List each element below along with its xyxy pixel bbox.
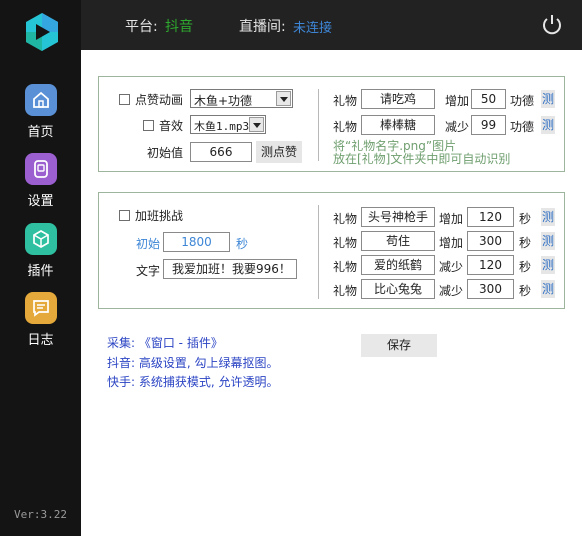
- chevron-down-icon: [276, 91, 291, 106]
- gift-action-label: 减少: [439, 260, 464, 274]
- gift-name-input[interactable]: 爱的纸鹤: [361, 255, 435, 275]
- gift-name-input[interactable]: 请吃鸡: [361, 89, 435, 109]
- test-gift-button[interactable]: 测: [541, 90, 555, 108]
- gift-image-hint-line1: 将“礼物名字.png”图片: [333, 139, 457, 153]
- gift-name-input[interactable]: 头号神枪手: [361, 207, 435, 227]
- sidebar-item-label: 设置: [27, 194, 54, 209]
- live-room-status: 未连接: [293, 21, 333, 36]
- like-animation-select[interactable]: 木鱼+功德: [190, 89, 293, 108]
- sidebar-item-label: 插件: [27, 264, 54, 279]
- gift-amount-input[interactable]: 50: [471, 89, 506, 109]
- divider: [318, 89, 319, 161]
- gift-action-label: 增加: [439, 236, 464, 250]
- gift-action-label: 减少: [445, 120, 470, 134]
- sidebar-item-home[interactable]: 首页: [0, 84, 81, 144]
- power-icon[interactable]: [540, 13, 564, 37]
- like-animation-checkbox[interactable]: [119, 94, 130, 105]
- douyin-note: 抖音: 高级设置, 勾上绿幕抠图。: [107, 356, 279, 370]
- gift-label: 礼物: [333, 94, 358, 108]
- settings-icon: [25, 153, 57, 185]
- sound-effect-select[interactable]: 木鱼1.mp3: [190, 115, 266, 134]
- kuaishou-note: 快手: 系统捕获模式, 允许透明。: [107, 375, 279, 389]
- gift-action-label: 增加: [439, 212, 464, 226]
- gift-label: 礼物: [333, 236, 358, 250]
- like-animation-select-value: 木鱼+功德: [194, 94, 253, 108]
- gift-amount-input[interactable]: 300: [467, 279, 514, 299]
- initial-value-input[interactable]: 666: [190, 142, 252, 162]
- gift-unit-label: 秒: [519, 212, 532, 226]
- sound-effect-select-value: 木鱼1.mp3: [194, 120, 250, 133]
- overtime-initial-unit: 秒: [236, 237, 249, 251]
- save-button[interactable]: 保存: [361, 334, 437, 357]
- gift-amount-input[interactable]: 120: [467, 207, 514, 227]
- gift-unit-label: 秒: [519, 260, 532, 274]
- sidebar-item-label: 首页: [27, 125, 54, 140]
- overtime-initial-label: 初始: [136, 237, 161, 251]
- gift-unit-label: 秒: [519, 236, 532, 250]
- divider: [318, 205, 319, 299]
- overtime-challenge-label: 加班挑战: [135, 209, 184, 223]
- test-gift-button[interactable]: 测: [541, 208, 555, 226]
- overtime-initial-input[interactable]: 1800: [163, 232, 230, 252]
- gift-label: 礼物: [333, 260, 358, 274]
- capture-note: 采集: 《窗口 - 插件》: [107, 336, 223, 350]
- gift-unit-label: 功德: [510, 120, 535, 134]
- gift-label: 礼物: [333, 284, 358, 298]
- gift-action-label: 减少: [439, 284, 464, 298]
- home-icon: [25, 84, 57, 116]
- gift-label: 礼物: [333, 212, 358, 226]
- sound-effect-label: 音效: [159, 119, 184, 133]
- platform-value: 抖音: [165, 19, 193, 35]
- sound-effect-checkbox[interactable]: [143, 120, 154, 131]
- sidebar-item-settings[interactable]: 设置: [0, 153, 81, 213]
- like-animation-label: 点赞动画: [135, 93, 184, 107]
- version-label: Ver:3.22: [14, 508, 67, 521]
- gift-amount-input[interactable]: 120: [467, 255, 514, 275]
- gift-name-input[interactable]: 苟住: [361, 231, 435, 251]
- header-bar: 平台: 抖音 直播间: 未连接: [81, 0, 582, 50]
- test-gift-button[interactable]: 测: [541, 232, 555, 250]
- gift-unit-label: 秒: [519, 284, 532, 298]
- gift-amount-input[interactable]: 99: [471, 115, 506, 135]
- app-logo-icon: [26, 13, 58, 51]
- test-gift-button[interactable]: 测: [541, 256, 555, 274]
- test-gift-button[interactable]: 测: [541, 280, 555, 298]
- gift-action-label: 增加: [445, 94, 470, 108]
- gift-name-input[interactable]: 棒棒糖: [361, 115, 435, 135]
- overtime-text-input[interactable]: 我爱加班！我要996！: [163, 259, 297, 279]
- cube-icon: [25, 223, 57, 255]
- gift-image-hint-line2: 放在[礼物]文件夹中即可自动识别: [333, 152, 511, 166]
- test-like-button[interactable]: 测点赞: [256, 141, 302, 163]
- chevron-down-icon: [249, 117, 264, 132]
- platform-label: 平台:: [125, 19, 158, 35]
- sidebar: 首页 设置 插件 日志 Ver:3.22: [0, 0, 81, 536]
- log-icon: [25, 292, 57, 324]
- overtime-text-label: 文字: [136, 264, 161, 278]
- test-gift-button[interactable]: 测: [541, 116, 555, 134]
- sidebar-item-plugins[interactable]: 插件: [0, 223, 81, 283]
- gift-name-input[interactable]: 比心兔兔: [361, 279, 435, 299]
- sidebar-item-label: 日志: [27, 333, 54, 348]
- live-room-label: 直播间:: [239, 19, 286, 35]
- gift-amount-input[interactable]: 300: [467, 231, 514, 251]
- gift-unit-label: 功德: [510, 94, 535, 108]
- initial-value-label: 初始值: [147, 146, 184, 160]
- overtime-challenge-checkbox[interactable]: [119, 210, 130, 221]
- gift-label: 礼物: [333, 120, 358, 134]
- sidebar-item-log[interactable]: 日志: [0, 292, 81, 352]
